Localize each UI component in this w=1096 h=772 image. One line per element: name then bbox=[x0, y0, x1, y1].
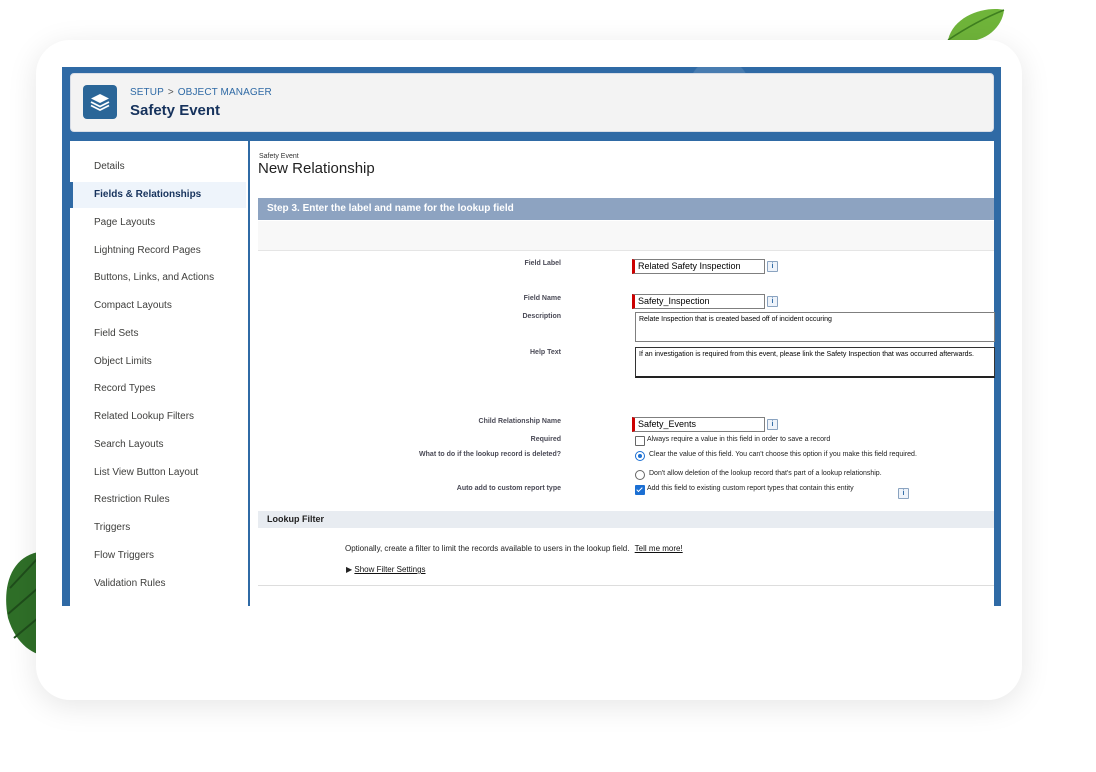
lookup-deleted-label: What to do if the lookup record is delet… bbox=[419, 451, 561, 458]
description-textarea[interactable]: Relate Inspection that is created based … bbox=[635, 312, 995, 342]
sidebar-item-object-limits[interactable]: Object Limits bbox=[70, 349, 246, 375]
show-filter-settings-toggle[interactable]: ▶ Show Filter Settings bbox=[346, 565, 426, 574]
object-type-label: Safety Event bbox=[259, 153, 299, 160]
field-name-label: Field Name bbox=[523, 295, 561, 302]
leaf-decoration-left bbox=[6, 552, 39, 654]
breadcrumb-object-manager-link[interactable]: OBJECT MANAGER bbox=[178, 87, 272, 98]
section-divider bbox=[258, 585, 994, 586]
child-relationship-input[interactable]: Safety_Events bbox=[632, 417, 765, 432]
sidebar-item-flow-triggers[interactable]: Flow Triggers bbox=[70, 543, 246, 569]
sidebar-item-buttons-links-actions[interactable]: Buttons, Links, and Actions bbox=[70, 265, 246, 291]
description-label: Description bbox=[522, 313, 561, 320]
sidebar-item-lightning-record-pages[interactable]: Lightning Record Pages bbox=[70, 238, 246, 264]
field-name-input[interactable]: Safety_Inspection bbox=[632, 294, 765, 309]
field-label-input[interactable]: Related Safety Inspection bbox=[632, 259, 765, 274]
lookup-filter-description: Optionally, create a filter to limit the… bbox=[345, 544, 683, 553]
salesforce-setup-window: SETUP > OBJECT MANAGER Safety Event Detail… bbox=[62, 67, 1001, 606]
sidebar-item-related-lookup-filters[interactable]: Related Lookup Filters bbox=[70, 404, 246, 430]
field-name-info-icon[interactable]: i bbox=[767, 296, 778, 307]
dont-allow-deletion-option-text: Don't allow deletion of the lookup recor… bbox=[649, 470, 882, 477]
required-checkbox[interactable] bbox=[635, 436, 645, 446]
breadcrumb-setup-link[interactable]: SETUP bbox=[130, 87, 164, 98]
step-spacer bbox=[258, 221, 994, 251]
sidebar-item-triggers[interactable]: Triggers bbox=[70, 515, 246, 541]
breadcrumb-separator: > bbox=[167, 87, 174, 98]
help-text-label: Help Text bbox=[530, 349, 561, 356]
dont-allow-deletion-radio[interactable] bbox=[635, 470, 645, 480]
sidebar-item-record-types[interactable]: Record Types bbox=[70, 376, 246, 402]
child-relationship-label: Child Relationship Name bbox=[478, 418, 561, 425]
layers-icon bbox=[83, 85, 117, 119]
breadcrumb: SETUP > OBJECT MANAGER bbox=[130, 87, 272, 98]
auto-add-info-icon[interactable]: i bbox=[898, 488, 909, 499]
field-label-info-icon[interactable]: i bbox=[767, 261, 778, 272]
triangle-right-icon: ▶ bbox=[346, 565, 353, 574]
auto-add-report-option-text: Add this field to existing custom report… bbox=[647, 485, 854, 492]
object-title: Safety Event bbox=[130, 102, 221, 119]
show-filter-settings-link[interactable]: Show Filter Settings bbox=[354, 565, 425, 574]
sidebar-item-search-layouts[interactable]: Search Layouts bbox=[70, 432, 246, 458]
main-content: Safety Event New Relationship Step 3. En… bbox=[250, 141, 995, 606]
sidebar-item-restriction-rules[interactable]: Restriction Rules bbox=[70, 487, 246, 513]
auto-add-report-label: Auto add to custom report type bbox=[456, 485, 561, 492]
sidebar-item-validation-rules[interactable]: Validation Rules bbox=[70, 571, 246, 597]
clear-value-radio[interactable] bbox=[635, 451, 645, 461]
sidebar-item-list-view-button-layout[interactable]: List View Button Layout bbox=[70, 460, 246, 486]
sidebar-item-field-sets[interactable]: Field Sets bbox=[70, 321, 246, 347]
sidebar-item-fields-relationships[interactable]: Fields & Relationships bbox=[70, 182, 246, 208]
help-text-textarea[interactable]: If an investigation is required from thi… bbox=[635, 347, 995, 378]
clear-value-option-text: Clear the value of this field. You can't… bbox=[649, 451, 917, 458]
field-label-label: Field Label bbox=[524, 260, 561, 267]
lookup-filter-header: Lookup Filter bbox=[258, 511, 994, 528]
child-relationship-info-icon[interactable]: i bbox=[767, 419, 778, 430]
sidebar-item-details[interactable]: Details bbox=[70, 154, 246, 180]
lookup-filter-description-text: Optionally, create a filter to limit the… bbox=[345, 544, 630, 553]
required-label: Required bbox=[530, 436, 561, 443]
object-header: SETUP > OBJECT MANAGER Safety Event bbox=[70, 73, 994, 132]
required-option-text: Always require a value in this field in … bbox=[647, 436, 831, 443]
sidebar-item-compact-layouts[interactable]: Compact Layouts bbox=[70, 293, 246, 319]
page-title: New Relationship bbox=[258, 160, 375, 177]
tell-me-more-link[interactable]: Tell me more! bbox=[635, 544, 683, 553]
step-header: Step 3. Enter the label and name for the… bbox=[258, 198, 994, 220]
setup-sidebar: Details Fields & Relationships Page Layo… bbox=[70, 141, 248, 606]
sidebar-item-page-layouts[interactable]: Page Layouts bbox=[70, 210, 246, 236]
auto-add-report-checkbox[interactable] bbox=[635, 485, 645, 495]
